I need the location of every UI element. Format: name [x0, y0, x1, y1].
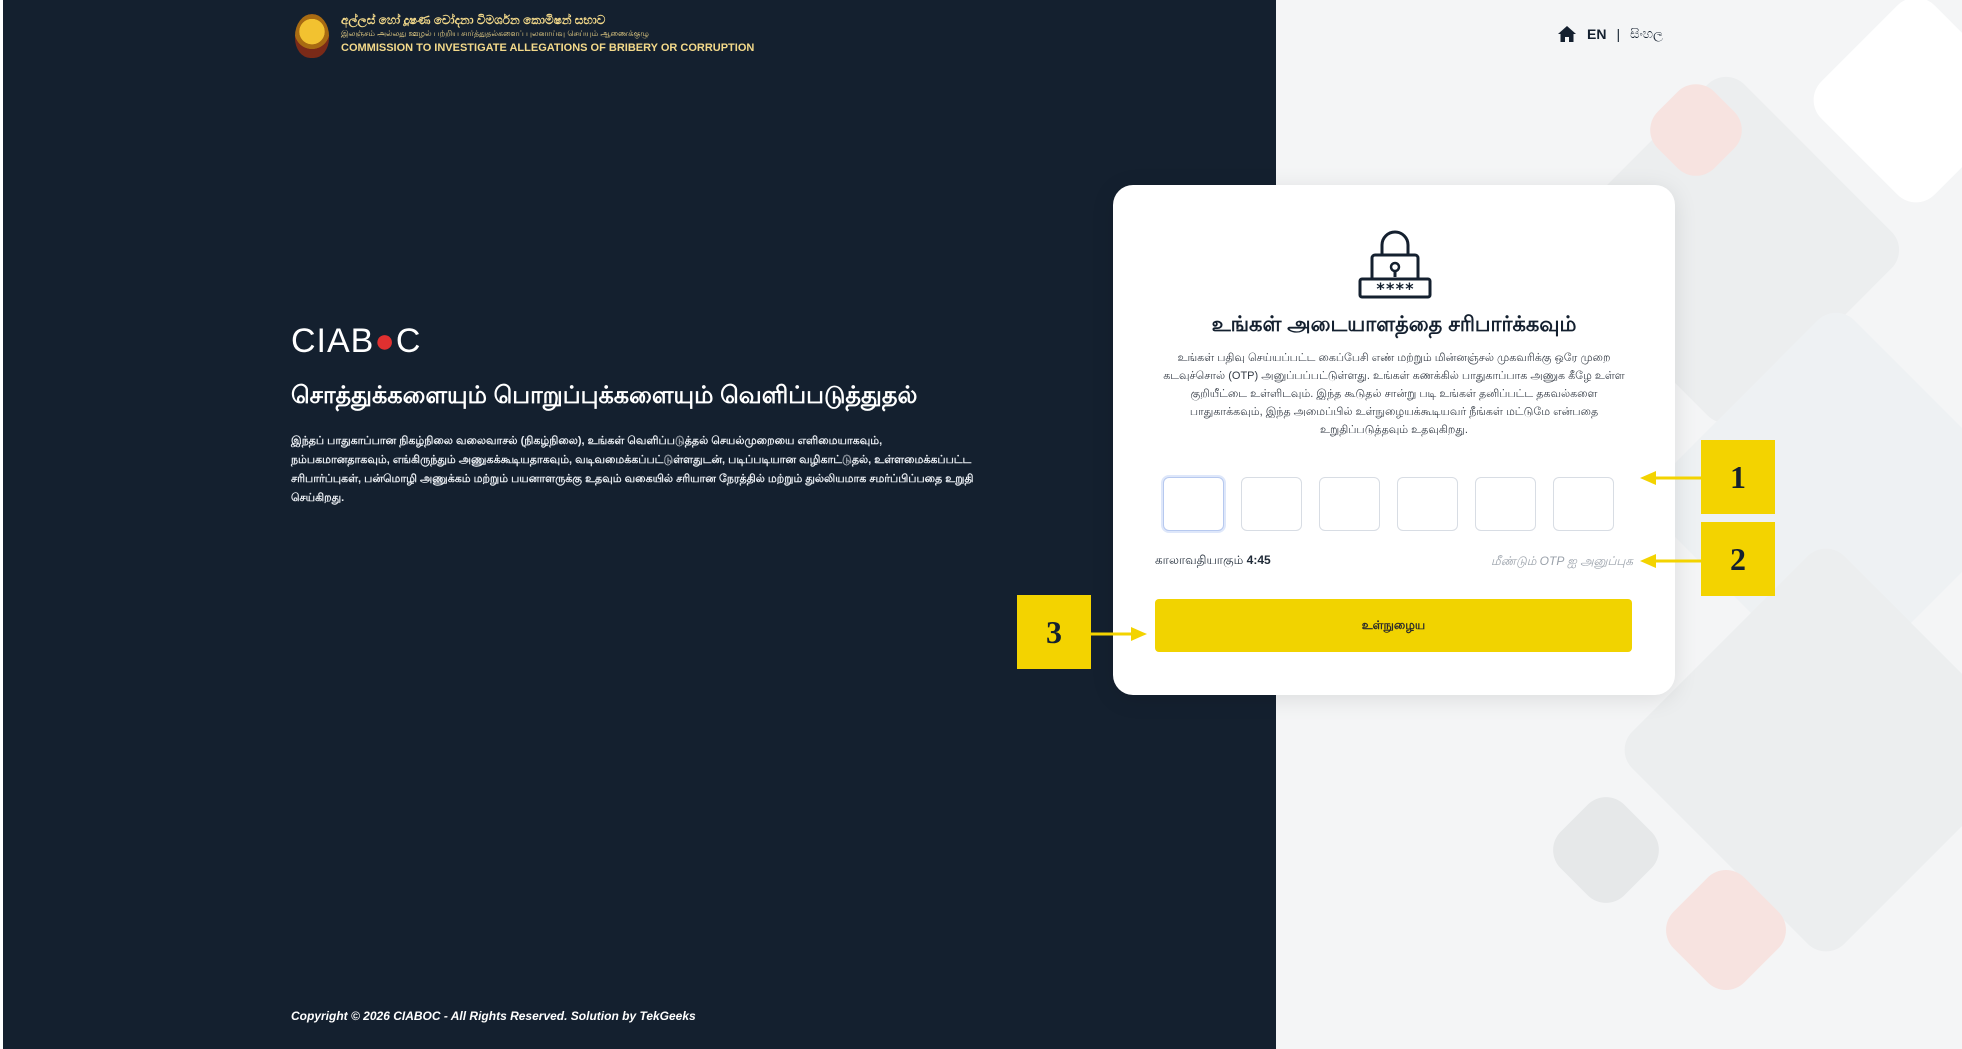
home-icon[interactable] [1557, 24, 1577, 44]
callout-2: 2 [1701, 522, 1775, 596]
callout-3: 3 [1017, 595, 1091, 669]
otp-digit-4[interactable] [1397, 477, 1458, 531]
page-title: சொத்துக்களையும் பொறுப்புக்களையும் வெளிப்… [291, 382, 918, 409]
national-emblem-icon [295, 14, 329, 58]
callout-3-arrow-icon [1091, 627, 1147, 641]
org-name-english: COMMISSION TO INVESTIGATE ALLEGATIONS OF… [341, 42, 755, 54]
login-button[interactable]: உள்நுழைய [1155, 599, 1632, 652]
svg-text:****: **** [1376, 279, 1415, 298]
otp-digit-6[interactable] [1553, 477, 1614, 531]
callout-1-arrow-icon [1640, 471, 1702, 485]
otp-timer: காலாவதியாகும் 4:45 [1155, 553, 1271, 569]
lang-si-link[interactable]: සිංහල [1630, 26, 1663, 42]
logo-red-dot: ● [374, 322, 396, 360]
ciaboc-logo: CIAB●C [291, 322, 421, 361]
copyright-text: Copyright © 2026 CIABOC - All Rights Res… [291, 1009, 696, 1023]
left-panel [3, 0, 1276, 1049]
otp-input-group [1163, 477, 1614, 531]
timer-value: 4:45 [1246, 553, 1271, 567]
otp-digit-1[interactable] [1163, 477, 1224, 531]
org-name-sinhala: අල්ලස් හෝ දූෂණ චෝදනා විමර්ශන කොමිෂන් සභා… [341, 13, 606, 27]
lang-separator: | [1616, 26, 1621, 42]
otp-card: **** உங்கள் அடையாளத்தை சரிபார்க்கவும் உங… [1113, 185, 1675, 695]
decorative-shape [1542, 786, 1670, 914]
org-header: අල්ලස් හෝ දූෂණ චෝදනා විමර්ශන කොමිෂන් සභා… [295, 12, 754, 58]
lang-en-link[interactable]: EN [1587, 26, 1606, 42]
logo-text-prefix: CIAB [291, 322, 375, 360]
otp-digit-5[interactable] [1475, 477, 1536, 531]
otp-digit-2[interactable] [1241, 477, 1302, 531]
timer-label: காலாவதியாகும் [1155, 553, 1244, 567]
callout-1: 1 [1701, 440, 1775, 514]
lock-password-icon: **** [1358, 230, 1432, 299]
callout-2-arrow-icon [1640, 554, 1702, 568]
card-description: உங்கள் பதிவு செய்யப்பட்ட கைப்பேசி எண் மற… [1163, 352, 1625, 436]
card-title: உங்கள் அடையாளத்தை சரிபார்க்கவும் [1211, 313, 1577, 336]
logo-text-suffix: C [395, 322, 422, 360]
top-nav: EN | සිංහල [1557, 24, 1663, 44]
page-description: இந்தப் பாதுகாப்பான நிகழ்நிலை வலைவாசல் (ந… [291, 435, 974, 504]
otp-digit-3[interactable] [1319, 477, 1380, 531]
resend-otp-link[interactable]: மீண்டும் OTP ஐ அனுப்புக [1491, 554, 1633, 570]
org-name-block: අල්ලස් හෝ දූෂණ චෝදනා විමර්ශන කොමිෂන් සභා… [341, 12, 754, 56]
org-name-tamil: இலஞ்சம் அல்லது ஊழல் பற்றிய சார்த்துதல்கள… [341, 29, 649, 38]
